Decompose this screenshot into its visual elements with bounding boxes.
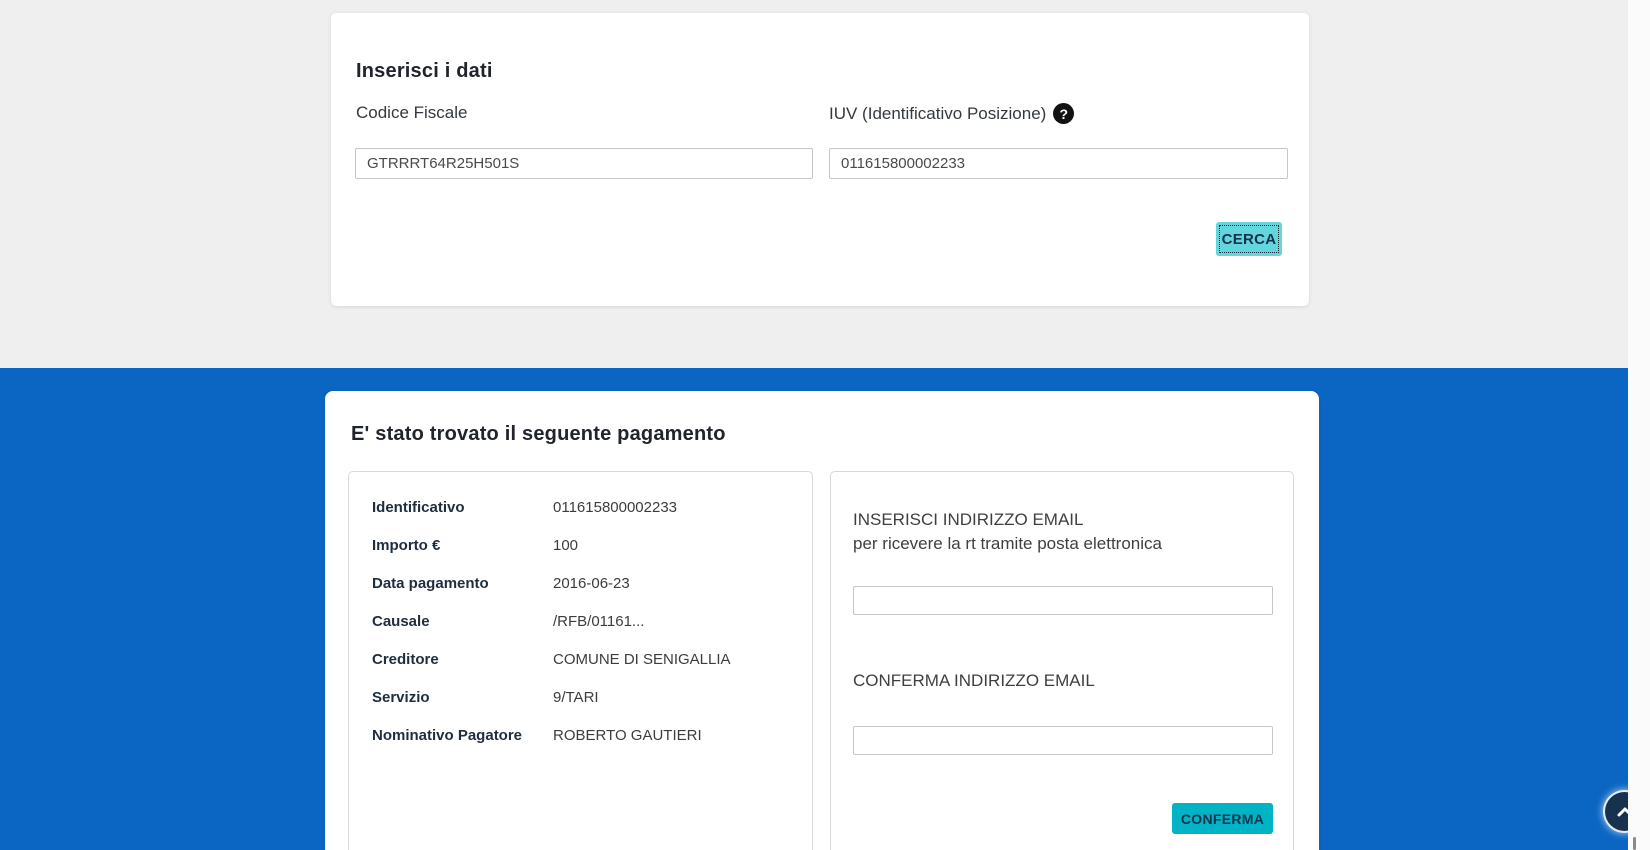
payment-detail-row: Identificativo 011615800002233 xyxy=(372,499,802,517)
payment-details-list: Identificativo 011615800002233 Importo €… xyxy=(372,499,802,765)
search-card: Inserisci i dati Codice Fiscale IUV (Ide… xyxy=(331,13,1309,306)
scrollbar-track[interactable] xyxy=(1628,0,1650,850)
payment-detail-row: Causale /RFB/01161... xyxy=(372,613,802,631)
detail-value: COMUNE DI SENIGALLIA xyxy=(553,651,731,669)
email-input[interactable] xyxy=(853,586,1273,615)
cerca-button[interactable]: CERCA xyxy=(1216,222,1282,256)
detail-value: 100 xyxy=(553,537,578,555)
detail-value: /RFB/01161... xyxy=(553,613,644,631)
iuv-input[interactable] xyxy=(829,148,1288,179)
conferma-button[interactable]: CONFERMA xyxy=(1172,803,1273,834)
email-panel: INSERISCI INDIRIZZO EMAIL per ricevere l… xyxy=(830,471,1294,850)
question-circle-icon[interactable]: ? xyxy=(1053,103,1074,124)
payment-detail-row: Nominativo Pagatore ROBERTO GAUTIERI xyxy=(372,727,802,745)
page: Inserisci i dati Codice Fiscale IUV (Ide… xyxy=(0,0,1650,850)
insert-email-subtitle: per ricevere la rt tramite posta elettro… xyxy=(853,534,1162,553)
iuv-label-group: IUV (Identificativo Posizione) ? xyxy=(829,103,1074,124)
result-card-title: E' stato trovato il seguente pagamento xyxy=(351,423,726,446)
detail-value: 9/TARI xyxy=(553,689,599,707)
detail-value: ROBERTO GAUTIERI xyxy=(553,727,702,745)
confirm-email-title: CONFERMA INDIRIZZO EMAIL xyxy=(853,669,1095,693)
payment-detail-row: Importo € 100 xyxy=(372,537,802,555)
payment-detail-row: Creditore COMUNE DI SENIGALLIA xyxy=(372,651,802,669)
detail-label: Data pagamento xyxy=(372,575,553,593)
codice-fiscale-input[interactable] xyxy=(355,148,813,179)
detail-value: 2016-06-23 xyxy=(553,575,630,593)
payment-detail-row: Servizio 9/TARI xyxy=(372,689,802,707)
insert-email-title: INSERISCI INDIRIZZO EMAIL per ricevere l… xyxy=(853,508,1253,556)
confirm-email-input[interactable] xyxy=(853,726,1273,755)
insert-email-title-line1: INSERISCI INDIRIZZO EMAIL xyxy=(853,510,1083,529)
result-card: E' stato trovato il seguente pagamento I… xyxy=(325,391,1319,850)
scrollbar-thumb[interactable] xyxy=(1633,837,1636,850)
detail-label: Identificativo xyxy=(372,499,553,517)
payment-details-panel: Identificativo 011615800002233 Importo €… xyxy=(348,471,813,850)
detail-label: Causale xyxy=(372,613,553,631)
payment-detail-row: Data pagamento 2016-06-23 xyxy=(372,575,802,593)
detail-value: 011615800002233 xyxy=(553,499,677,517)
detail-label: Servizio xyxy=(372,689,553,707)
detail-label: Creditore xyxy=(372,651,553,669)
content-area: Inserisci i dati Codice Fiscale IUV (Ide… xyxy=(0,0,1628,850)
detail-label: Importo € xyxy=(372,537,553,555)
search-card-title: Inserisci i dati xyxy=(356,60,493,83)
detail-label: Nominativo Pagatore xyxy=(372,727,553,745)
iuv-label: IUV (Identificativo Posizione) xyxy=(829,104,1046,124)
codice-fiscale-label: Codice Fiscale xyxy=(356,103,468,123)
